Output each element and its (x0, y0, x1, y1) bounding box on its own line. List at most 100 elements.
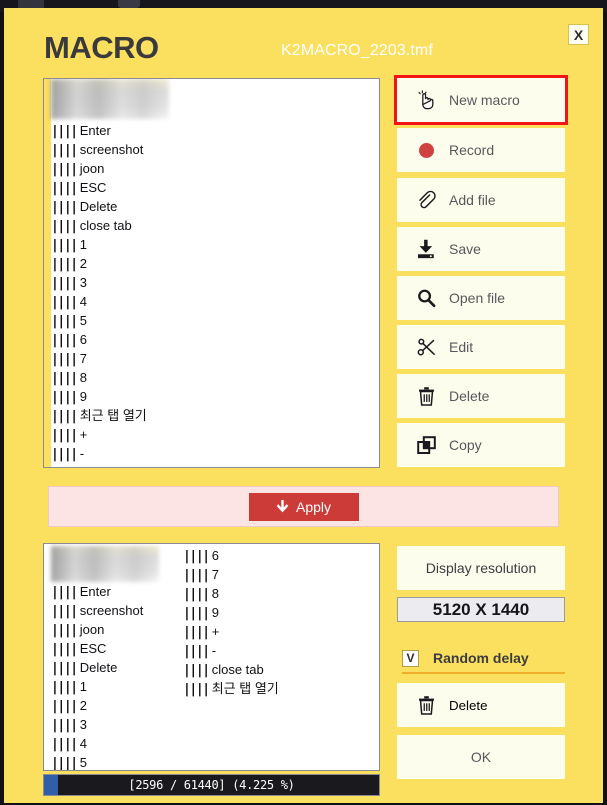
list-item-bars: |||| (183, 549, 210, 564)
list-item[interactable]: |||| Enter (51, 121, 379, 140)
list-item[interactable]: |||| 4 (51, 292, 379, 311)
list-item[interactable]: |||| close tab (51, 216, 379, 235)
list-gutter-top (44, 79, 51, 467)
redacted-block-bottom (51, 546, 159, 582)
list-item-bars: |||| (51, 718, 78, 733)
list-item-bars: |||| (51, 181, 78, 196)
list-item[interactable]: |||| - (183, 641, 363, 660)
random-delay-checkbox[interactable]: V (402, 649, 419, 667)
copy-label: Copy (449, 437, 482, 453)
list-item-bars: |||| (51, 200, 78, 215)
list-item[interactable]: |||| 8 (51, 368, 379, 387)
list-item[interactable]: |||| 1 (51, 235, 379, 254)
macro-list-bottom[interactable]: |||| Enter |||| screenshot |||| joon |||| ESC ||… (43, 543, 380, 771)
macro-list-bottom-right: |||| 6 |||| 7 |||| 8 |||| 9 |||| + |||| - |||| close … (183, 544, 363, 770)
list-item-bars: |||| (51, 680, 78, 695)
list-item-bars: |||| (51, 371, 78, 386)
down-arrow-icon (276, 499, 289, 514)
list-item-label: 3 (79, 275, 87, 290)
list-item[interactable]: |||| 8 (183, 584, 363, 603)
list-item-bars: |||| (51, 390, 78, 405)
list-item-label: 5 (79, 313, 87, 328)
edit-button[interactable]: Edit (397, 325, 565, 369)
apply-button-label: Apply (295, 498, 332, 515)
list-item-label: 2 (79, 698, 87, 713)
list-item-label: 7 (79, 351, 87, 366)
macro-list-bottom-left: |||| Enter |||| screenshot |||| joon |||| ESC ||… (51, 544, 183, 770)
list-item[interactable]: |||| 7 (51, 349, 379, 368)
delete-bottom-button[interactable]: Delete (397, 683, 565, 727)
list-item-label: joon (79, 161, 105, 176)
list-item[interactable]: |||| 2 (51, 696, 183, 715)
list-item[interactable]: |||| joon (51, 620, 183, 639)
trash-icon (403, 386, 449, 406)
list-item[interactable]: |||| close tab (183, 660, 363, 679)
list-item-label: 6 (211, 548, 219, 563)
list-item[interactable]: |||| joon (51, 159, 379, 178)
list-item[interactable]: |||| Delete (51, 658, 183, 677)
list-item[interactable]: |||| 7 (183, 565, 363, 584)
delete-bottom-label: Delete (449, 697, 488, 713)
record-label: Record (449, 142, 495, 158)
list-item[interactable]: |||| 5 (51, 311, 379, 330)
current-file-name: K2MACRO_2203.tmf (281, 42, 433, 59)
list-item[interactable]: |||| 9 (183, 603, 363, 622)
list-item-label: screenshot (79, 142, 144, 157)
list-item[interactable]: |||| 9 (51, 387, 379, 406)
close-button[interactable]: X (568, 24, 589, 45)
list-item-label: 2 (79, 256, 87, 271)
list-item[interactable]: |||| 2 (51, 254, 379, 273)
list-item-bars: |||| (51, 623, 78, 638)
list-item[interactable]: |||| Delete (51, 197, 379, 216)
new-macro-button[interactable]: New macro (394, 75, 568, 125)
list-item[interactable]: |||| 6 (51, 330, 379, 349)
list-item[interactable]: |||| 4 (51, 734, 183, 753)
list-item-label: - (79, 446, 85, 461)
screen: MACRO K2MACRO_2203.tmf X |||| Enter |||| sc… (0, 0, 607, 805)
display-resolution-button[interactable]: Display resolution (397, 546, 565, 590)
list-item-bars: |||| (51, 447, 78, 462)
list-item-bars: |||| (51, 642, 78, 657)
list-item[interactable]: |||| 6 (183, 546, 363, 565)
add-file-button[interactable]: Add file (397, 178, 565, 222)
list-item[interactable]: |||| 최근 탭 열기 (51, 406, 379, 425)
list-item[interactable]: |||| 3 (51, 715, 183, 734)
magnifier-icon (403, 288, 449, 308)
list-item-label: close tab (79, 218, 132, 233)
apply-button[interactable]: Apply (248, 492, 359, 521)
list-item-bars: |||| (51, 162, 78, 177)
copy-button[interactable]: Copy (397, 423, 565, 467)
list-item[interactable]: |||| ESC (51, 639, 183, 658)
list-item-bars: |||| (51, 276, 78, 291)
list-item-label: 최근 탭 열기 (211, 681, 279, 696)
list-item-label: screenshot (79, 603, 144, 618)
random-delay-toggle[interactable]: V Random delay (402, 645, 565, 671)
list-item[interactable]: |||| + (51, 425, 379, 444)
list-item-bars: |||| (51, 428, 78, 443)
list-item-label: ESC (79, 641, 107, 656)
macro-list-top[interactable]: |||| Enter |||| screenshot |||| joon |||| ESC ||… (43, 78, 380, 468)
pointer-hand-icon (403, 89, 449, 111)
list-item[interactable]: |||| Enter (51, 582, 183, 601)
save-button[interactable]: Save (397, 227, 565, 271)
list-item-label: 7 (211, 567, 219, 582)
random-delay-label: Random delay (433, 650, 529, 666)
record-dot-icon (403, 142, 449, 158)
list-item[interactable]: |||| 최근 탭 열기 (183, 679, 363, 698)
list-item[interactable]: |||| 5 (51, 753, 183, 770)
record-button[interactable]: Record (397, 128, 565, 172)
list-item[interactable]: |||| 1 (51, 677, 183, 696)
list-item[interactable]: |||| 3 (51, 273, 379, 292)
list-item[interactable]: |||| + (183, 622, 363, 641)
list-item[interactable]: |||| screenshot (51, 140, 379, 159)
list-item[interactable]: |||| - (51, 444, 379, 463)
list-item-label: 8 (211, 586, 219, 601)
list-item-label: 최근 탭 열기 (79, 408, 147, 423)
list-item[interactable]: |||| screenshot (51, 601, 183, 620)
list-item-bars: |||| (51, 333, 78, 348)
delete-button[interactable]: Delete (397, 374, 565, 418)
open-file-button[interactable]: Open file (397, 276, 565, 320)
copy-squares-icon (403, 435, 449, 455)
ok-button[interactable]: OK (397, 735, 565, 779)
list-item[interactable]: |||| ESC (51, 178, 379, 197)
